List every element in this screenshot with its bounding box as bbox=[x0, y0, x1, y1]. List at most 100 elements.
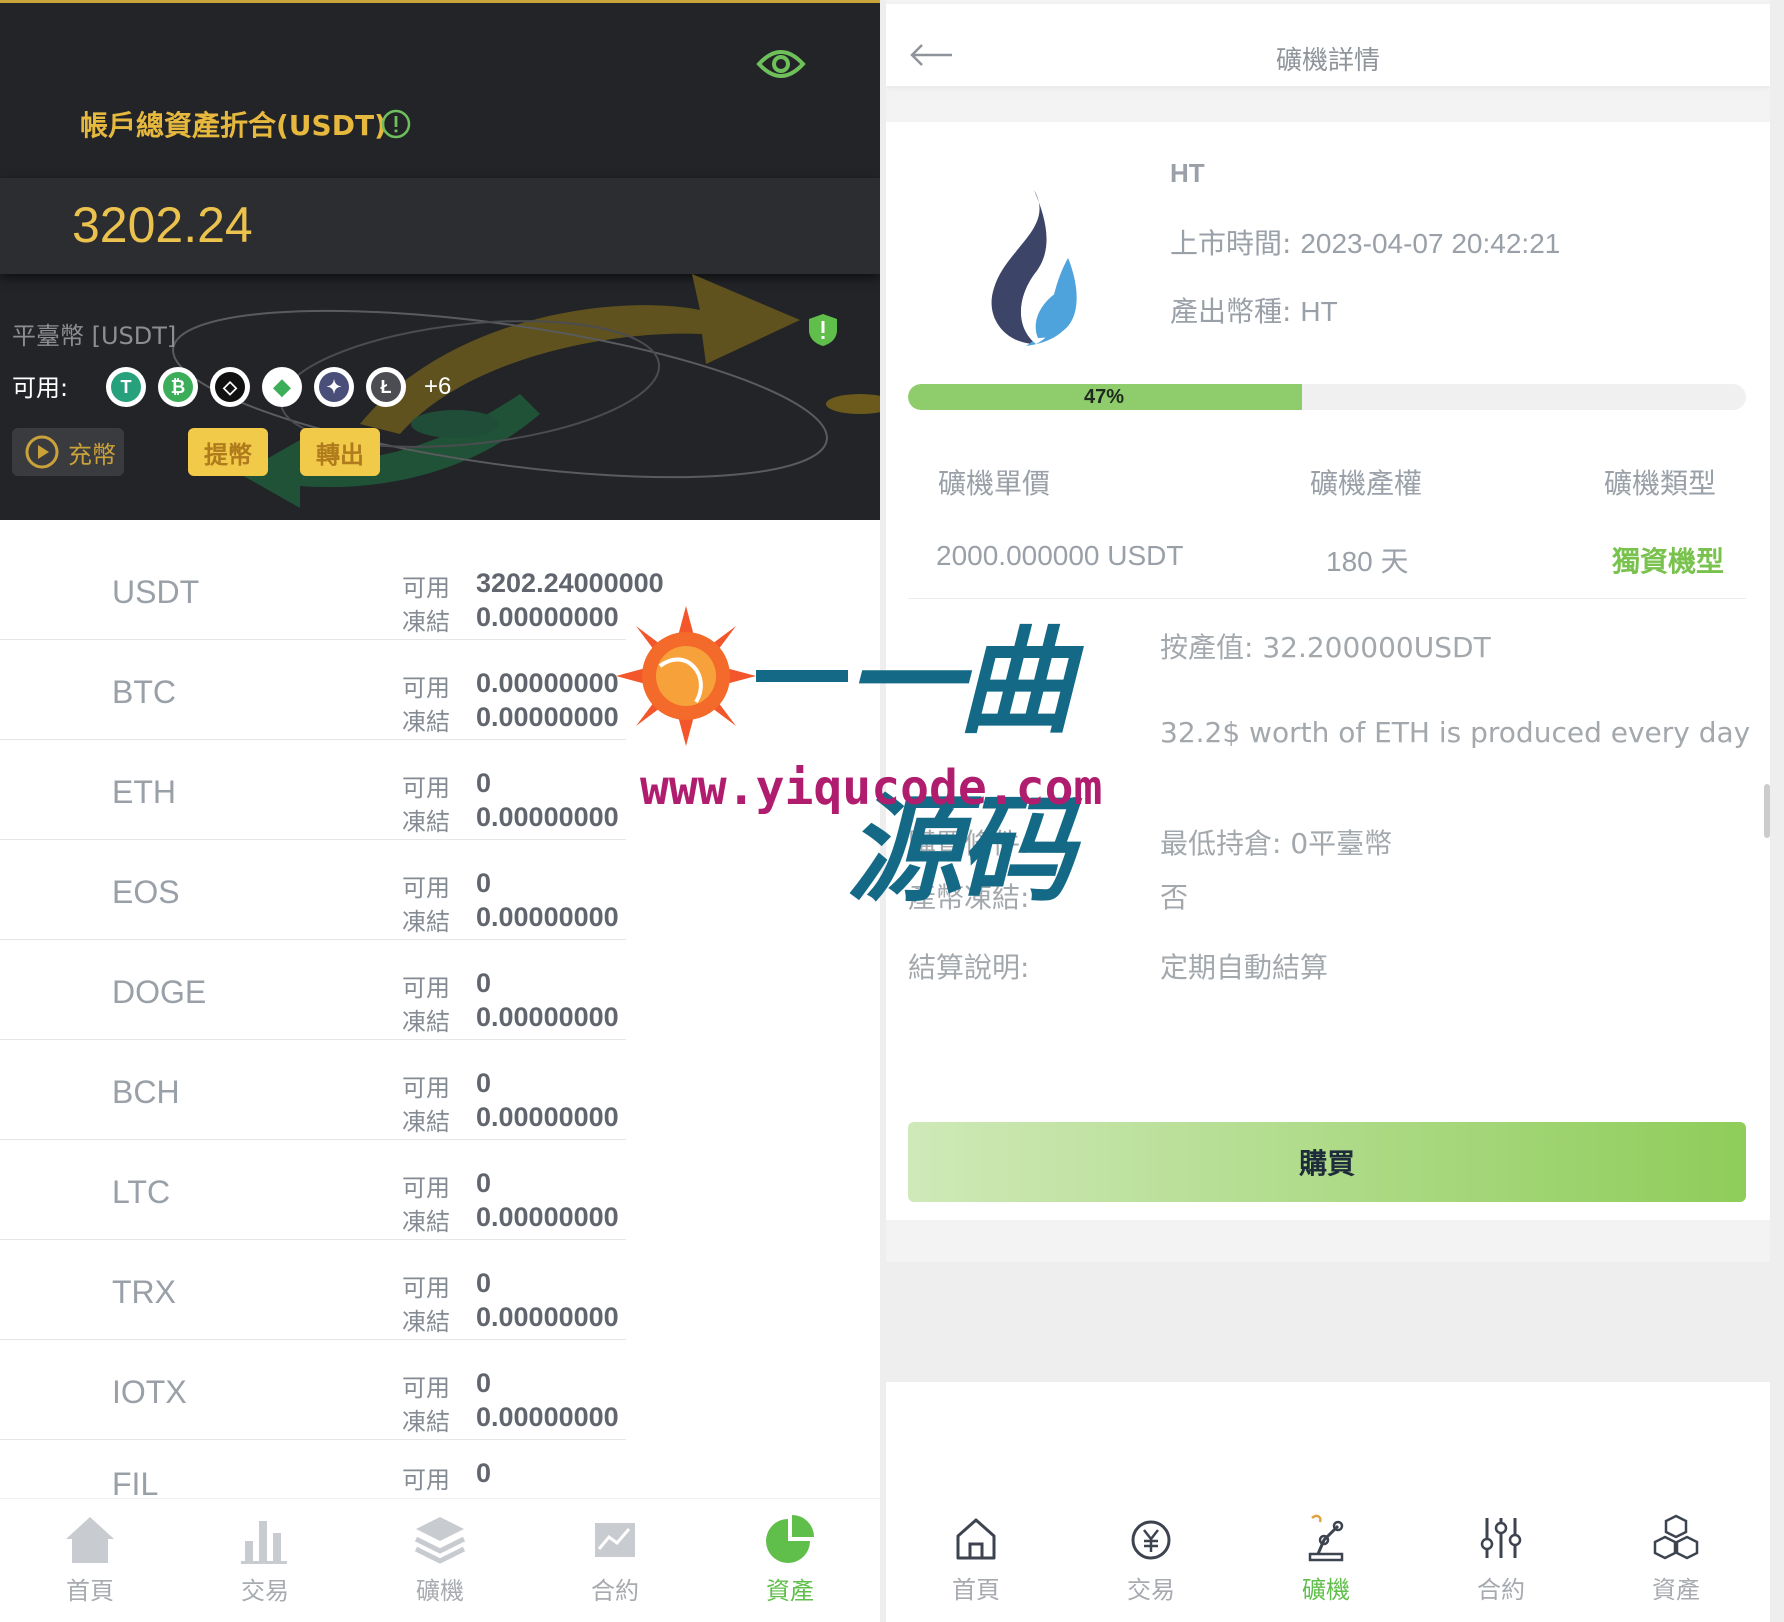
ownership-value: 180 天 bbox=[1326, 546, 1409, 577]
nav-label: 首頁 bbox=[66, 1577, 114, 1605]
output-coin-label: 產出幣種: bbox=[1170, 295, 1292, 328]
coin-name: HT bbox=[1170, 158, 1205, 188]
asset-row-iotx[interactable]: IOTX 可用 0 凍結 0.00000000 bbox=[0, 1340, 626, 1440]
asset-row-trx[interactable]: TRX 可用 0 凍結 0.00000000 bbox=[0, 1240, 626, 1340]
sun-logo-icon bbox=[616, 606, 756, 746]
frozen-word: 凍結 bbox=[402, 708, 450, 736]
available-word: 可用 bbox=[402, 1074, 450, 1102]
nav-label: 合約 bbox=[1477, 1576, 1525, 1604]
nav-label: 資產 bbox=[1652, 1576, 1700, 1604]
nav-item-contract[interactable]: 合約 bbox=[555, 1511, 675, 1611]
unit-price-value: 2000.000000 USDT bbox=[936, 540, 1184, 571]
frozen-word: 凍結 bbox=[402, 908, 450, 936]
eos-icon: ◇ bbox=[210, 367, 250, 407]
available-word: 可用 bbox=[402, 1466, 450, 1494]
blank-area bbox=[886, 1262, 1770, 1382]
more-coins-count[interactable]: +6 bbox=[424, 373, 451, 401]
transfer-out-button[interactable]: 轉出 bbox=[300, 428, 380, 476]
asset-name: BTC bbox=[112, 674, 176, 710]
nav-label: 礦機 bbox=[416, 1577, 464, 1605]
huobi-flame-icon bbox=[991, 190, 1077, 346]
asset-frozen-value: 0.00000000 bbox=[476, 1302, 619, 1332]
nav-label: 合約 bbox=[591, 1577, 639, 1605]
asset-row-btc[interactable]: BTC 可用 0.00000000 凍結 0.00000000 bbox=[0, 640, 626, 740]
pie-icon bbox=[766, 1515, 814, 1563]
bottom-nav-right: 首頁 交易 礦機 合約 資產 bbox=[886, 1498, 1770, 1622]
available-word: 可用 bbox=[402, 574, 450, 602]
home-outline-icon bbox=[956, 1518, 996, 1560]
available-word: 可用 bbox=[402, 774, 450, 802]
sliders-icon bbox=[1480, 1518, 1522, 1558]
frozen-word: 凍結 bbox=[402, 1408, 450, 1436]
play-circle-icon bbox=[25, 435, 59, 469]
assets-header-top bbox=[0, 0, 880, 178]
asset-frozen-value: 0.00000000 bbox=[476, 1202, 619, 1232]
nav-item-home[interactable]: 首頁 bbox=[30, 1511, 150, 1611]
asset-frozen-value: 0.00000000 bbox=[476, 702, 619, 732]
frozen-word: 凍結 bbox=[402, 1208, 450, 1236]
asset-name: ETH bbox=[112, 774, 176, 810]
bitcoin-icon: ₿ bbox=[158, 367, 198, 407]
asset-row-bch[interactable]: BCH 可用 0 凍結 0.00000000 bbox=[0, 1040, 626, 1140]
asset-available-value: 0 bbox=[476, 1168, 492, 1198]
asset-row-usdt[interactable]: USDT 可用 3202.24000000 凍結 0.00000000 bbox=[0, 540, 664, 640]
asset-name: DOGE bbox=[112, 974, 207, 1010]
asset-row-eth[interactable]: ETH 可用 0 凍結 0.00000000 bbox=[0, 740, 626, 840]
nav-item-trade[interactable]: 交易 bbox=[1091, 1510, 1211, 1610]
listing-time-label: 上市時間: bbox=[1170, 227, 1292, 260]
asset-name: BCH bbox=[112, 1074, 180, 1110]
scrollbar-thumb[interactable] bbox=[1764, 784, 1770, 838]
layers-icon bbox=[414, 1517, 466, 1564]
total-amount: 3202.24 bbox=[72, 197, 253, 253]
total-assets-title: 帳戶總資產折合(USDT) bbox=[80, 109, 387, 142]
nav-item-home[interactable]: 首頁 bbox=[916, 1510, 1036, 1610]
eye-icon[interactable] bbox=[756, 44, 806, 84]
nav-item-assets[interactable]: 資產 bbox=[1616, 1510, 1736, 1610]
asset-row-ltc[interactable]: LTC 可用 0 凍結 0.00000000 bbox=[0, 1140, 626, 1240]
progress-bar: 47% bbox=[908, 384, 1746, 410]
nav-item-trade[interactable]: 交易 bbox=[205, 1511, 325, 1611]
asset-frozen-value: 0.00000000 bbox=[476, 602, 619, 632]
frozen-word: 凍結 bbox=[402, 808, 450, 836]
available-word: 可用 bbox=[402, 674, 450, 702]
bar-chart-icon bbox=[241, 1521, 287, 1564]
coin-icon-list: T ₿ ◇ ◆ ✦ Ł +6 bbox=[106, 366, 451, 408]
asset-frozen-value: 0.00000000 bbox=[476, 902, 619, 932]
available-word: 可用 bbox=[402, 974, 450, 1002]
nav-item-assets[interactable]: 資產 bbox=[730, 1511, 850, 1611]
nav-item-contract[interactable]: 合約 bbox=[1441, 1510, 1561, 1610]
asset-frozen-value: 0.00000000 bbox=[476, 802, 619, 832]
deposit-button[interactable]: 充幣 bbox=[12, 428, 124, 476]
nav-label: 交易 bbox=[1127, 1576, 1175, 1604]
litecoin-icon: Ł bbox=[366, 367, 406, 407]
platform-coin-label: 平臺幣 [USDT] bbox=[12, 322, 177, 350]
output-coin-value: HT bbox=[1300, 296, 1338, 327]
asset-row-eos[interactable]: EOS 可用 0 凍結 0.00000000 bbox=[0, 840, 626, 940]
settlement-value: 定期自動結算 bbox=[1160, 951, 1329, 984]
asset-name: USDT bbox=[112, 574, 200, 610]
asset-row-doge[interactable]: DOGE 可用 0 凍結 0.00000000 bbox=[0, 940, 626, 1040]
unicorn-icon: ✦ bbox=[314, 367, 354, 407]
ethereum-icon: ◆ bbox=[262, 367, 302, 407]
info-icon[interactable] bbox=[380, 108, 412, 140]
watermark-dash bbox=[756, 670, 848, 682]
nav-item-miner[interactable]: 礦機 bbox=[380, 1511, 500, 1611]
withdraw-button[interactable]: 提幣 bbox=[188, 428, 268, 476]
tether-icon: T bbox=[106, 367, 146, 407]
nav-label: 礦機 bbox=[1302, 1576, 1350, 1604]
nav-item-miner[interactable]: 礦機 bbox=[1266, 1510, 1386, 1610]
progress-text: 47% bbox=[1084, 386, 1125, 408]
miner-description-text: 32.2$ worth of ETH is produced every day bbox=[1160, 716, 1751, 749]
buy-button[interactable]: 購買 bbox=[908, 1122, 1746, 1202]
available-word: 可用 bbox=[402, 1274, 450, 1302]
watermark-url: www.yiqucode.com bbox=[640, 760, 1103, 816]
asset-available-value: 0.00000000 bbox=[476, 668, 619, 698]
available-word: 可用 bbox=[402, 1374, 450, 1402]
asset-name: LTC bbox=[112, 1174, 171, 1210]
deposit-label: 充幣 bbox=[68, 440, 116, 469]
output-coin-row: 產出幣種: HT bbox=[1170, 290, 1338, 330]
frozen-word: 凍結 bbox=[402, 1108, 450, 1136]
miner-type-value: 獨資機型 bbox=[1612, 545, 1725, 578]
assets-header: 帳戶總資產折合(USDT) 3202.24 平臺幣 [USDT] 可用: T ₿… bbox=[0, 0, 880, 520]
asset-available-value: 0 bbox=[476, 768, 492, 798]
